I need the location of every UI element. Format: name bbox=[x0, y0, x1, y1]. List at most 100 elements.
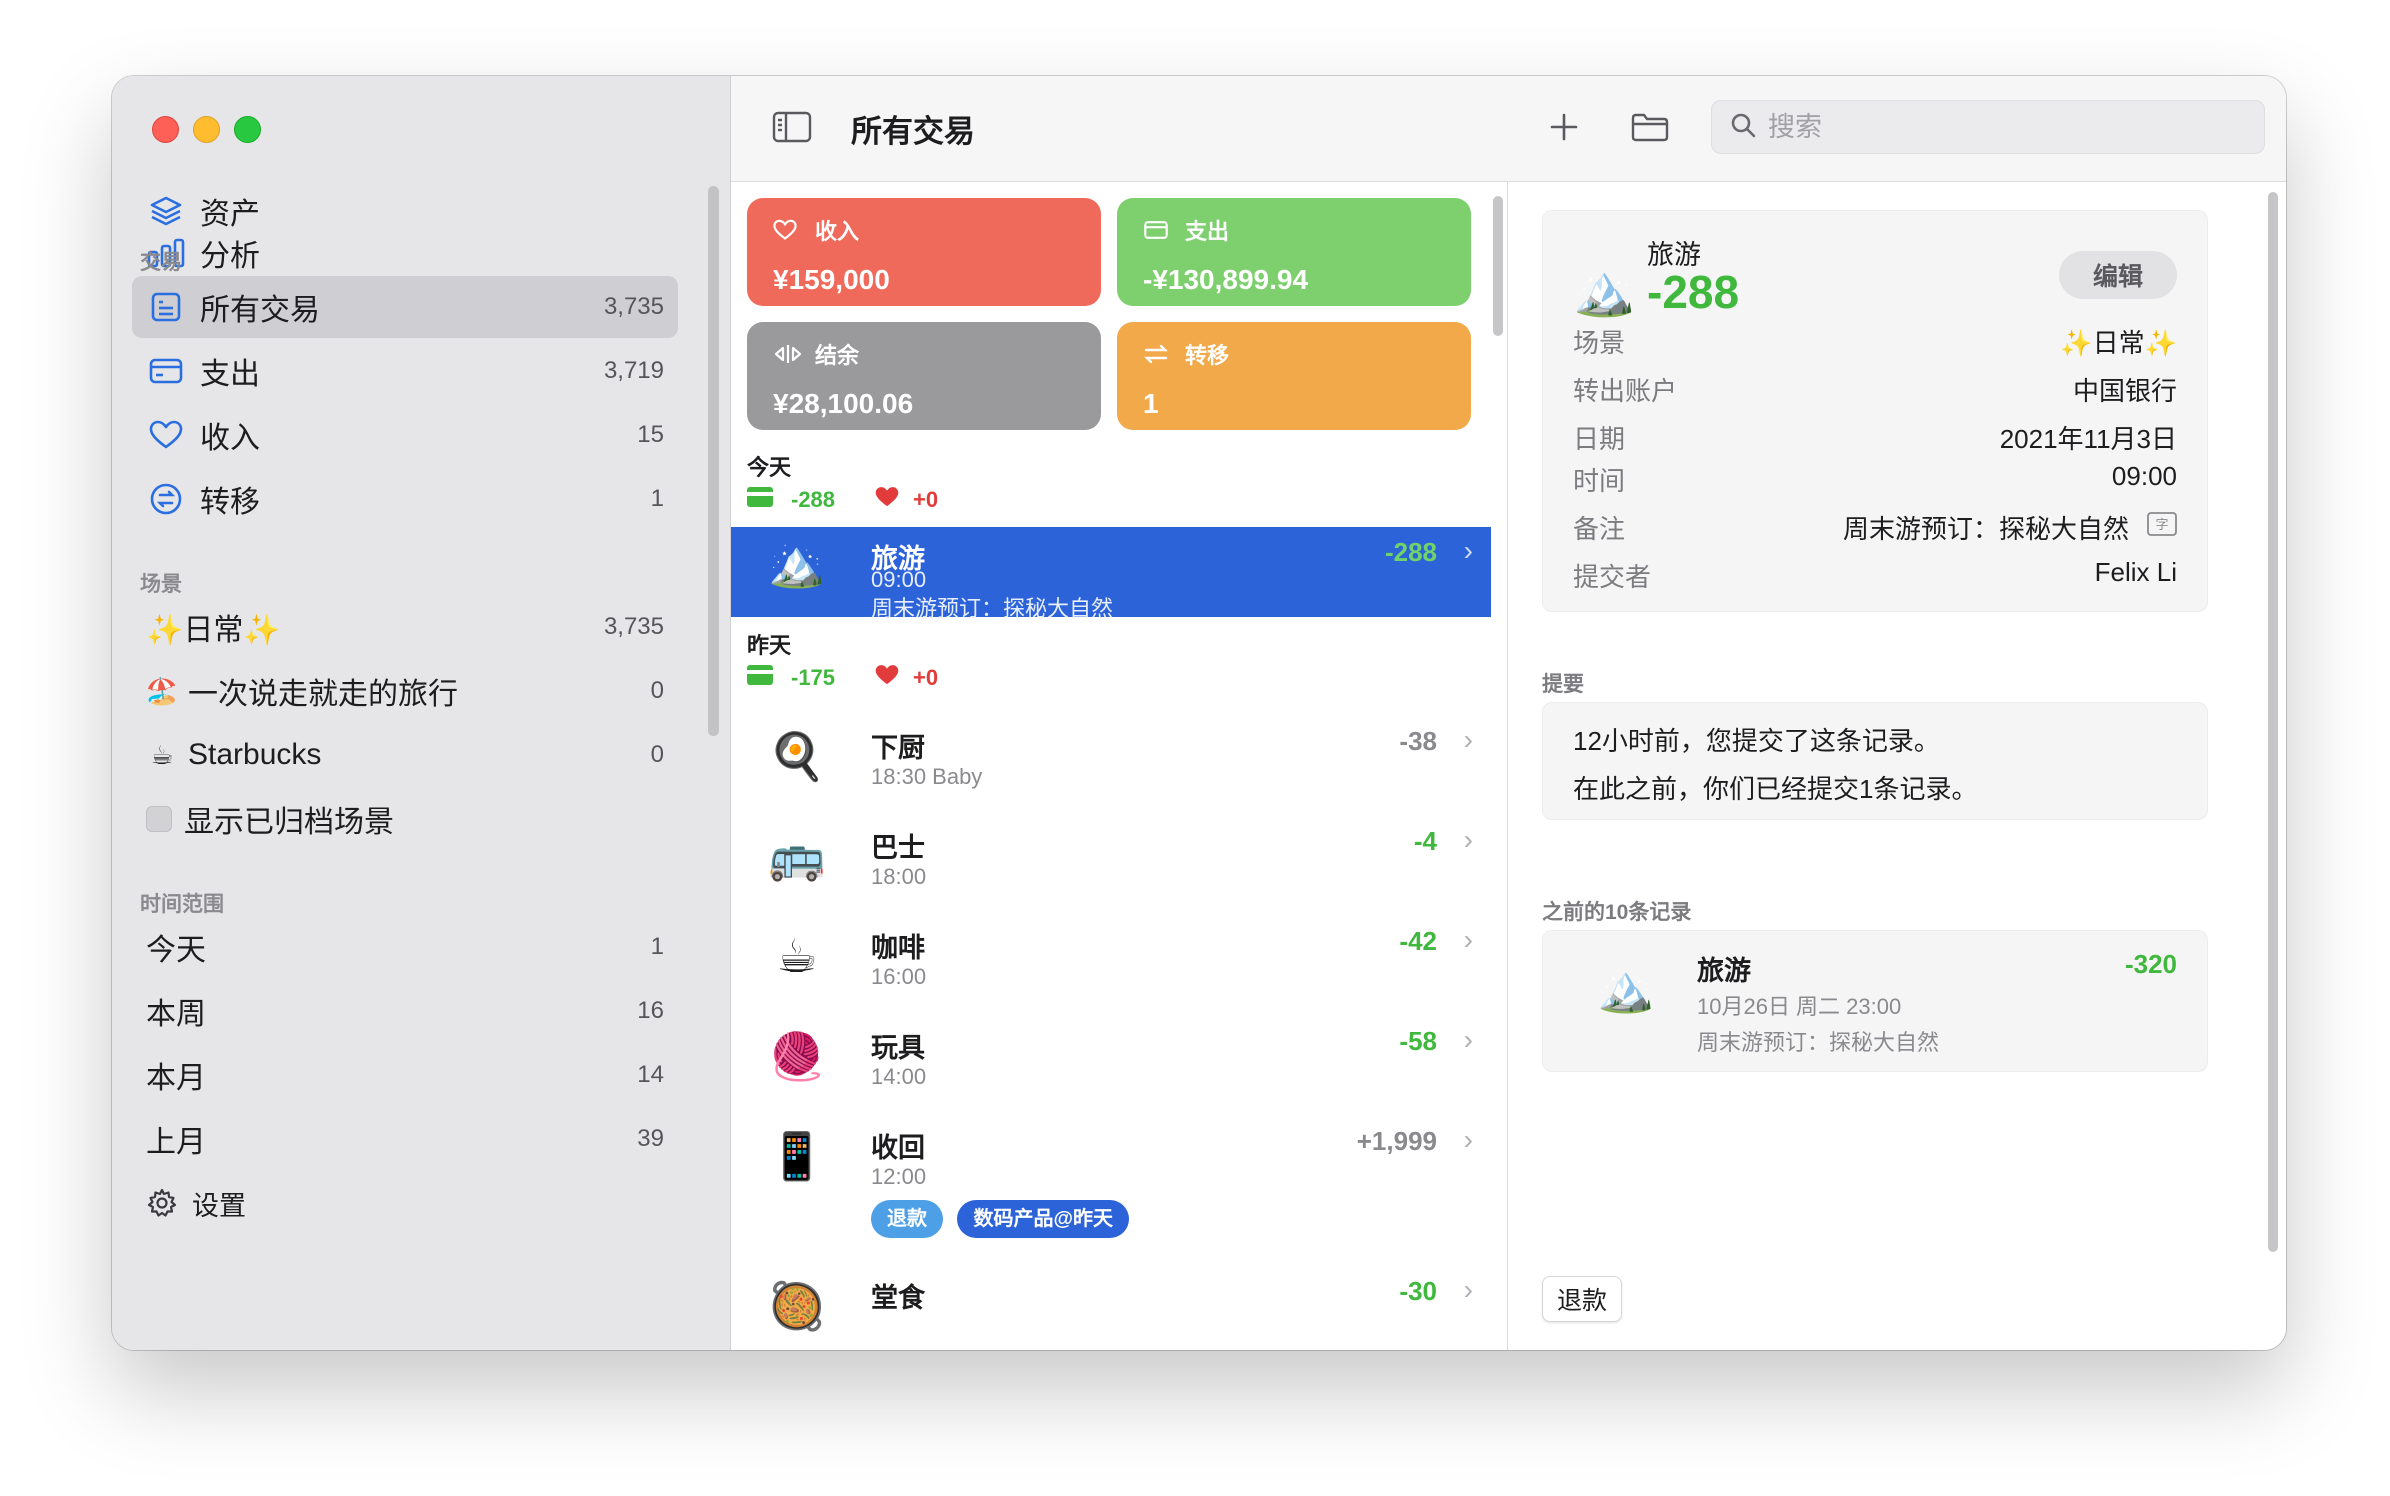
minimize-window-button[interactable] bbox=[193, 116, 220, 143]
tag-refund[interactable]: 退款 bbox=[871, 1200, 943, 1238]
expense-card-value: -¥130,899.94 bbox=[1143, 264, 1309, 295]
field-key: 提交者 bbox=[1573, 562, 1652, 592]
transfer-card-value: 1 bbox=[1143, 388, 1159, 419]
field-value: 周末游预订：探秘大自然 bbox=[1842, 514, 2129, 544]
list-scrollbar[interactable] bbox=[1493, 196, 1503, 336]
sidebar-item-expense[interactable]: 支出 3,719 bbox=[132, 340, 678, 402]
day-expense-total: -175 bbox=[791, 665, 836, 690]
transaction-title: 玩具 bbox=[871, 1033, 925, 1063]
transaction-time: 09:00 bbox=[871, 567, 927, 592]
field-value: 中国银行 bbox=[2072, 376, 2177, 406]
tag-digital-products[interactable]: 数码产品@昨天 bbox=[957, 1200, 1129, 1238]
section-header-transactions: 交易 bbox=[140, 251, 182, 274]
window-controls bbox=[152, 116, 261, 143]
sidebar-item-this-month[interactable]: 本月 14 bbox=[132, 1044, 678, 1106]
sidebar-scrollbar[interactable] bbox=[708, 186, 719, 736]
sidebar-item-count: 0 bbox=[650, 677, 664, 704]
previous-record-amount: -320 bbox=[2124, 949, 2177, 979]
transaction-tags: 退款 数码产品@昨天 bbox=[871, 1200, 1139, 1238]
field-key: 日期 bbox=[1573, 424, 1626, 454]
gear-icon bbox=[146, 1183, 178, 1223]
sidebar-item-last-month[interactable]: 上月 39 bbox=[132, 1108, 678, 1170]
sidebar-item-count: 3,719 bbox=[603, 357, 664, 384]
show-archived-label: 显示已归档场景 bbox=[184, 806, 394, 839]
translate-icon[interactable]: 字 bbox=[2147, 512, 2177, 543]
sidebar-item-label: 收入 bbox=[200, 422, 260, 455]
field-key: 备注 bbox=[1573, 514, 1626, 544]
detail-scrollbar[interactable] bbox=[2268, 192, 2278, 1252]
mountain-icon: 🏔️ bbox=[1573, 262, 1636, 318]
sidebar-item-label: 今天 bbox=[146, 934, 206, 967]
chevron-right-icon: › bbox=[1463, 1024, 1473, 1055]
sidebar-item-scene-daily[interactable]: ✨日常✨ 3,735 bbox=[132, 596, 678, 658]
show-archived-scenes-toggle[interactable]: 显示已归档场景 bbox=[132, 788, 678, 850]
transaction-row[interactable]: ☕ 咖啡 16:00 -42 › bbox=[731, 912, 1491, 1012]
transaction-row[interactable]: 📱 收回 12:00 退款 数码产品@昨天 +1,999 › bbox=[731, 1112, 1491, 1262]
expense-summary-card[interactable]: 支出 -¥130,899.94 bbox=[1117, 198, 1471, 306]
sidebar-item-label: 本月 bbox=[146, 1062, 206, 1095]
card-icon bbox=[747, 665, 773, 691]
sidebar-item-scene-starbucks[interactable]: ☕ Starbucks 0 bbox=[132, 724, 678, 786]
transfer-summary-card[interactable]: 转移 1 bbox=[1117, 322, 1471, 430]
income-card-label: 收入 bbox=[815, 219, 860, 244]
sidebar-item-label: Starbucks bbox=[188, 738, 322, 771]
income-summary-card[interactable]: 收入 ¥159,000 bbox=[747, 198, 1101, 306]
detail-field-note: 备注 周末游预订：探秘大自然 字 bbox=[1573, 509, 2177, 546]
previous-record-title: 旅游 bbox=[1697, 956, 1751, 986]
transaction-row[interactable]: 🍳 下厨 18:30 Baby -38 › bbox=[731, 712, 1491, 812]
field-value: 2021年11月3日 bbox=[1999, 424, 2177, 454]
transfer-icon bbox=[146, 479, 186, 519]
bus-icon: 🚌 bbox=[768, 830, 826, 882]
day-income-total: +0 bbox=[913, 487, 939, 512]
edit-button[interactable]: 编辑 bbox=[2059, 251, 2177, 299]
day-header-yesterday: 昨天 bbox=[747, 633, 792, 658]
transaction-time: 18:30 Baby bbox=[871, 764, 983, 789]
sidebar-item-count: 39 bbox=[637, 1125, 664, 1152]
list-icon bbox=[146, 287, 186, 327]
refund-button[interactable]: 退款 bbox=[1542, 1276, 1623, 1322]
add-transaction-button[interactable] bbox=[1539, 102, 1589, 156]
zoom-window-button[interactable] bbox=[234, 116, 261, 143]
sidebar-item-this-week[interactable]: 本周 16 bbox=[132, 980, 678, 1042]
sidebar-item-count: 0 bbox=[650, 741, 664, 768]
chevron-right-icon: › bbox=[1463, 1124, 1473, 1155]
balance-summary-card[interactable]: 结余 ¥28,100.06 bbox=[747, 322, 1101, 430]
search-input[interactable] bbox=[1766, 110, 2240, 144]
transaction-row[interactable]: 🧶 玩具 14:00 -58 › bbox=[731, 1012, 1491, 1112]
detail-field-submitter: 提交者 Felix Li bbox=[1573, 557, 2177, 594]
food-pan-icon: 🥘 bbox=[768, 1280, 826, 1332]
field-value: Felix Li bbox=[2094, 557, 2177, 587]
sidebar-item-transfer[interactable]: 转移 1 bbox=[132, 468, 678, 530]
transaction-row[interactable]: 🥘 堂食 -30 › bbox=[731, 1262, 1491, 1350]
settings-label: 设置 bbox=[192, 1190, 246, 1221]
sidebar-item-count: 16 bbox=[637, 997, 664, 1024]
section-header-scenes: 场景 bbox=[140, 573, 182, 596]
sidebar-item-all-transactions[interactable]: 所有交易 3,735 bbox=[132, 276, 678, 338]
transaction-amount: +1,999 bbox=[1356, 1126, 1437, 1156]
previous-record-item[interactable]: 🏔️ 旅游 10月26日 周二 23:00 周末游预订：探秘大自然 -320 bbox=[1542, 930, 2208, 1072]
sidebar-item-scene-trip[interactable]: 🏖️ 一次说走就走的旅行 0 bbox=[132, 660, 678, 722]
transaction-title: 堂食 bbox=[871, 1283, 925, 1313]
transaction-title: 巴士 bbox=[871, 833, 925, 863]
plus-icon bbox=[1549, 112, 1579, 147]
folder-button[interactable] bbox=[1625, 102, 1675, 156]
close-window-button[interactable] bbox=[152, 116, 179, 143]
transaction-row[interactable]: 🚌 巴士 18:00 -4 › bbox=[731, 812, 1491, 912]
sidebar-item-analysis[interactable]: 分析 bbox=[132, 222, 678, 284]
search-field[interactable] bbox=[1711, 100, 2265, 154]
sidebar-item-settings[interactable]: 设置 bbox=[132, 1172, 678, 1234]
show-archived-checkbox[interactable] bbox=[146, 806, 172, 832]
transaction-time: 12:00 bbox=[871, 1164, 927, 1189]
sidebar-item-today[interactable]: 今天 1 bbox=[132, 916, 678, 978]
yarn-ball-icon: 🧶 bbox=[768, 1030, 826, 1082]
coffee-icon: ☕ bbox=[776, 930, 818, 982]
page-title: 所有交易 bbox=[851, 114, 975, 149]
sidebar-item-income[interactable]: 收入 15 bbox=[132, 404, 678, 466]
transaction-row[interactable]: 🏔️ 旅游 09:00 周末游预订：探秘大自然 -288 › bbox=[731, 527, 1491, 621]
sidebar-item-count: 3,735 bbox=[603, 613, 664, 640]
detail-field-account: 转出账户 中国银行 bbox=[1573, 371, 2177, 408]
toolbar: 所有交易 bbox=[731, 76, 2286, 182]
toggle-sidebar-button[interactable] bbox=[769, 102, 815, 156]
transaction-title: 咖啡 bbox=[871, 933, 925, 963]
transaction-amount: -42 bbox=[1399, 926, 1437, 956]
